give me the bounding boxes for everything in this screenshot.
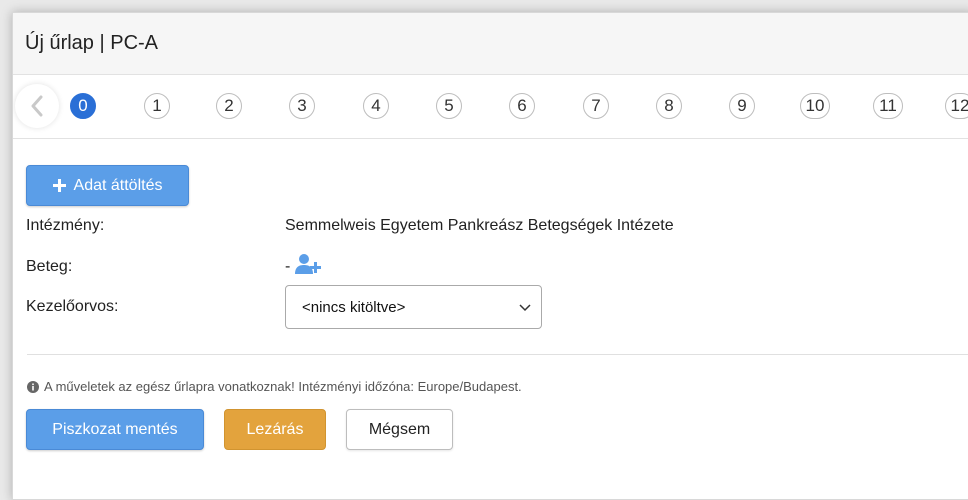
form-header: Új űrlap | PC-A [13,13,968,75]
info-text: A műveletek az egész űrlapra vonatkoznak… [44,379,522,394]
add-patient-button[interactable] [295,253,322,280]
info-circle-icon [27,380,39,393]
save-draft-button[interactable]: Piszkozat mentés [26,409,204,450]
patient-label: Beteg: [26,258,73,275]
plus-icon [52,179,66,192]
step-11[interactable]: 11 [873,93,903,119]
step-5[interactable]: 5 [436,93,462,119]
patient-value: - [285,258,291,275]
step-4[interactable]: 4 [363,93,389,119]
doctor-label: Kezelőorvos: [26,298,119,315]
add-data-button[interactable]: Adat áttöltés [26,165,189,206]
chevron-left-icon [31,95,43,117]
step-3[interactable]: 3 [289,93,315,119]
user-plus-icon [295,254,321,274]
step-6[interactable]: 6 [509,93,535,119]
step-0[interactable]: 0 [70,93,96,119]
chevron-down-icon [519,304,531,312]
institution-label: Intézmény: [26,217,105,234]
cancel-button[interactable]: Mégsem [346,409,453,450]
step-7[interactable]: 7 [583,93,609,119]
info-note: A műveletek az egész űrlapra vonatkoznak… [27,379,522,394]
finalize-label: Lezárás [246,420,304,438]
step-12[interactable]: 12 [945,93,968,119]
save-draft-label: Piszkozat mentés [52,420,178,438]
form-panel: Új űrlap | PC-A 0 1 2 3 4 5 6 7 8 9 10 1… [12,12,968,500]
step-prev-button[interactable] [15,84,59,128]
step-8[interactable]: 8 [656,93,682,119]
finalize-button[interactable]: Lezárás [224,409,326,450]
step-2[interactable]: 2 [216,93,242,119]
add-data-label: Adat áttöltés [73,176,163,194]
step-navigator: 0 1 2 3 4 5 6 7 8 9 10 11 12 [13,75,968,139]
doctor-select[interactable]: <nincs kitöltve> [285,285,542,329]
cancel-label: Mégsem [368,420,431,438]
doctor-select-value: <nincs kitöltve> [302,298,406,316]
step-9[interactable]: 9 [729,93,755,119]
step-10[interactable]: 10 [800,93,830,119]
step-1[interactable]: 1 [144,93,170,119]
page-title: Új űrlap | PC-A [25,32,159,54]
institution-value: Semmelweis Egyetem Pankreász Betegségek … [285,217,674,234]
section-divider [27,354,968,355]
